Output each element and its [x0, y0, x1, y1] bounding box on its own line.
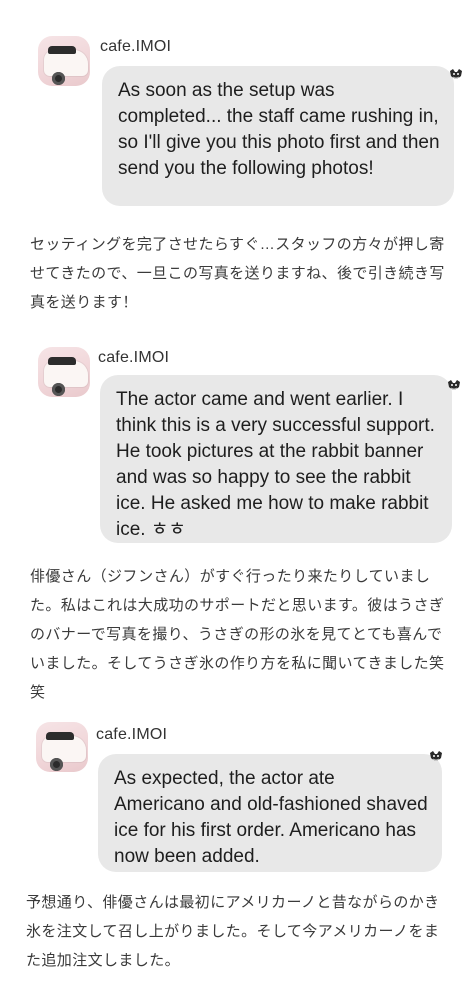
post-2: cafe.IMOI The actor came and went earlie… [0, 330, 468, 701]
username: cafe.IMOI [100, 38, 172, 55]
message-bubble: As expected, the actor ate Americano and… [98, 754, 442, 872]
schnauzer-icon [430, 751, 442, 761]
message-card: cafe.IMOI The actor came and went earlie… [18, 335, 460, 550]
username: cafe.IMOI [98, 349, 170, 366]
post-1: cafe.IMOI As soon as the setup was compl… [0, 0, 468, 320]
username: cafe.IMOI [96, 726, 168, 743]
translation-caption: 予想通り、俳優さんは最初にアメリカーノと昔ながらのかき氷を注文して召し上がりまし… [26, 894, 440, 969]
message-card: cafe.IMOI As expected, the actor ate Ame… [30, 712, 450, 880]
translation-caption: 俳優さん（ジフンさん）がすぐ行ったり来たりしていました。私はこれは大成功のサポー… [30, 568, 445, 701]
schnauzer-icon [448, 380, 460, 390]
message-bubble: The actor came and went earlier. I think… [100, 375, 452, 543]
avatar[interactable] [38, 36, 90, 86]
translation-caption: セッティングを完了させたらすぐ…スタッフの方々が押し寄せてきたので、一旦この写真… [30, 236, 445, 311]
avatar[interactable] [38, 347, 90, 397]
schnauzer-icon [450, 69, 462, 79]
avatar[interactable] [36, 722, 88, 772]
message-bubble: As soon as the setup was completed... th… [102, 66, 454, 206]
message-card: cafe.IMOI As soon as the setup was compl… [18, 18, 462, 218]
post-3: cafe.IMOI As expected, the actor ate Ame… [0, 710, 468, 990]
